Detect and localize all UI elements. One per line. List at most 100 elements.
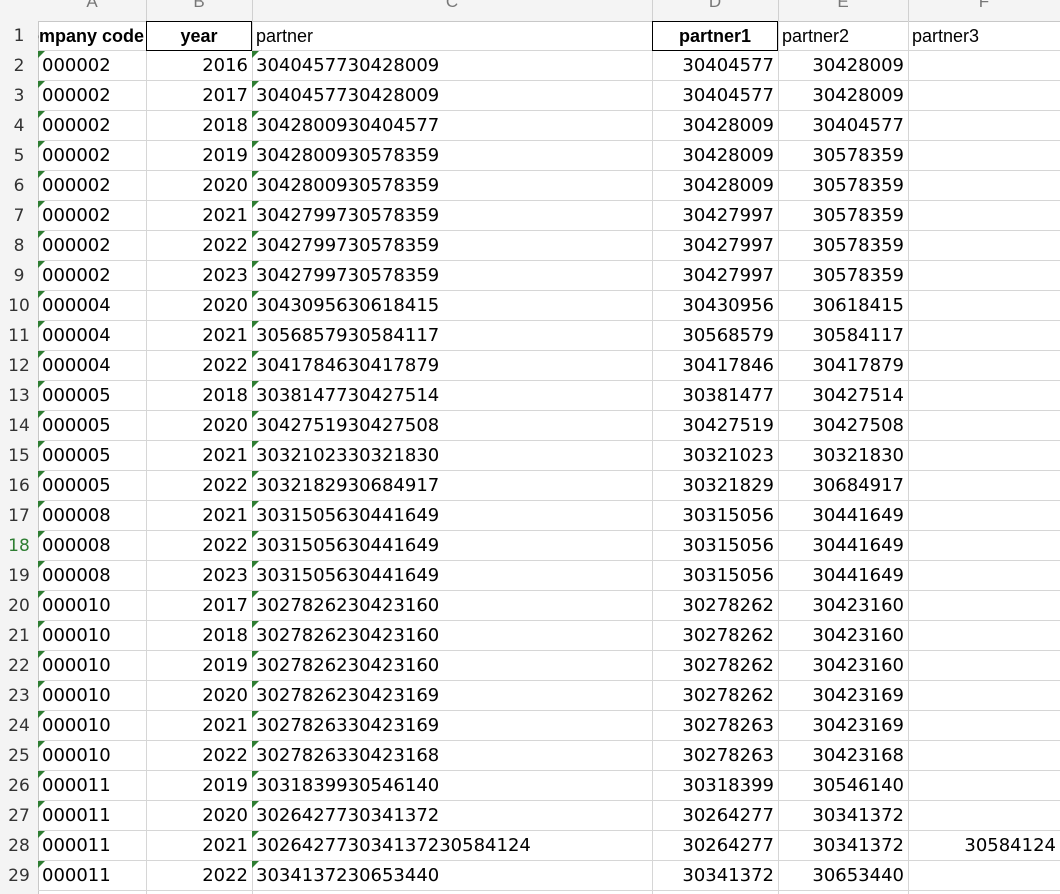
cell-p1[interactable]: 30341372 [652, 861, 778, 891]
cell-partner[interactable]: 3041784630417879 [252, 351, 652, 381]
row-number[interactable]: 8 [0, 231, 38, 261]
cell-p2[interactable]: 30404577 [778, 111, 908, 141]
cell-year[interactable]: 2017 [146, 591, 252, 621]
cell-partner[interactable]: 3042799730578359 [252, 231, 652, 261]
cell-p1[interactable]: 30321023 [652, 441, 778, 471]
row-number[interactable]: 6 [0, 171, 38, 201]
cell-company[interactable]: 000010 [38, 591, 146, 621]
cell-year[interactable]: 2017 [146, 81, 252, 111]
cell-company[interactable]: 000005 [38, 381, 146, 411]
cell-partner[interactable]: 3027826230423160 [252, 591, 652, 621]
cell-p3[interactable] [908, 171, 1060, 201]
cell-p1[interactable]: 30318399 [652, 771, 778, 801]
header-partner2[interactable]: partner2 [778, 21, 908, 51]
cell-p3[interactable] [908, 111, 1060, 141]
row-number[interactable]: 11 [0, 321, 38, 351]
cell-p1[interactable]: 30417846 [652, 351, 778, 381]
cell-p2[interactable]: 30423160 [778, 621, 908, 651]
cell-partner[interactable]: 3027826330423168 [252, 741, 652, 771]
cell-p3[interactable] [908, 441, 1060, 471]
cell-p3[interactable] [908, 501, 1060, 531]
cell-year[interactable]: 2021 [146, 321, 252, 351]
cell-company[interactable]: 000002 [38, 231, 146, 261]
cell-partner[interactable]: 3042800930578359 [252, 141, 652, 171]
cell-p3[interactable] [908, 141, 1060, 171]
cell-p3[interactable] [908, 591, 1060, 621]
row-number[interactable]: 15 [0, 441, 38, 471]
cell-p3[interactable] [908, 291, 1060, 321]
cell-p1[interactable]: 30264277 [652, 801, 778, 831]
column-header-b[interactable]: B [146, 0, 253, 21]
cell-year[interactable]: 2016 [146, 51, 252, 81]
cell-p1[interactable]: 30278262 [652, 681, 778, 711]
cell-p1[interactable]: 30315056 [652, 561, 778, 591]
cell-company[interactable]: 000002 [38, 111, 146, 141]
cell-company[interactable]: 000010 [38, 741, 146, 771]
cell-year[interactable]: 2019 [146, 771, 252, 801]
row-number[interactable]: 19 [0, 561, 38, 591]
cell-year[interactable]: 2021 [146, 501, 252, 531]
cell-p2[interactable]: 30423168 [778, 741, 908, 771]
cell-company[interactable]: 000011 [38, 771, 146, 801]
row-number[interactable]: 22 [0, 651, 38, 681]
cell-p2[interactable]: 30417879 [778, 351, 908, 381]
cell-year[interactable]: 2018 [146, 111, 252, 141]
cell-p3[interactable] [908, 411, 1060, 441]
cell-p3[interactable] [908, 681, 1060, 711]
cell-partner[interactable]: 3027826230423169 [252, 681, 652, 711]
cell-partner[interactable]: 3026427730341372 [252, 801, 652, 831]
cell-company[interactable]: 000002 [38, 81, 146, 111]
header-partner[interactable]: partner [252, 21, 652, 51]
cell-year[interactable]: 2020 [146, 681, 252, 711]
cell-year[interactable]: 2022 [146, 351, 252, 381]
row-number[interactable]: 21 [0, 621, 38, 651]
row-number[interactable]: 1 [0, 21, 38, 51]
cell-p2[interactable]: 30341372 [778, 801, 908, 831]
row-number[interactable]: 28 [0, 831, 38, 861]
cell-p3[interactable]: 30584124 [908, 831, 1060, 861]
cell-p2[interactable]: 30618415 [778, 291, 908, 321]
cell-p3[interactable] [908, 621, 1060, 651]
cell-p1[interactable]: 30404577 [652, 51, 778, 81]
cell-p3[interactable] [908, 81, 1060, 111]
cell-p1[interactable]: 30278262 [652, 651, 778, 681]
row-number[interactable]: 10 [0, 291, 38, 321]
cell-p3[interactable] [908, 231, 1060, 261]
cell-p2[interactable]: 30427514 [778, 381, 908, 411]
cell-p1[interactable]: 30321829 [652, 471, 778, 501]
cell-p1[interactable]: 30430956 [652, 291, 778, 321]
cell-p1[interactable]: 30315056 [652, 531, 778, 561]
cell-p3[interactable] [908, 201, 1060, 231]
header-partner3[interactable]: partner3 [908, 21, 1060, 51]
row-number[interactable]: 4 [0, 111, 38, 141]
cell-p1[interactable]: 30315056 [652, 501, 778, 531]
cell-p3[interactable] [908, 651, 1060, 681]
cell-partner[interactable]: 3042799730578359 [252, 201, 652, 231]
cell-p3[interactable] [908, 561, 1060, 591]
cell-company[interactable]: 000005 [38, 441, 146, 471]
cell-partner[interactable]: 302642773034137230584124 [252, 831, 652, 861]
cell-p1[interactable]: 30427997 [652, 231, 778, 261]
cell-partner[interactable]: 3042800930578359 [252, 171, 652, 201]
column-header-f[interactable]: F [908, 0, 1060, 21]
cell-company[interactable]: 000002 [38, 51, 146, 81]
cell-p2[interactable]: 30423169 [778, 711, 908, 741]
row-number[interactable]: 29 [0, 861, 38, 891]
cell-p3[interactable] [908, 351, 1060, 381]
cell-p2[interactable]: 30423160 [778, 591, 908, 621]
cell-year[interactable]: 2022 [146, 531, 252, 561]
cell-year[interactable]: 2022 [146, 231, 252, 261]
cell-partner[interactable]: 3042800930404577 [252, 111, 652, 141]
row-number[interactable]: 18 [0, 531, 38, 561]
cell-p2[interactable]: 30578359 [778, 171, 908, 201]
row-number[interactable]: 17 [0, 501, 38, 531]
cell-p2[interactable]: 30427508 [778, 411, 908, 441]
cell-p2[interactable]: 30341372 [778, 831, 908, 861]
column-header-a[interactable]: A [38, 0, 147, 21]
cell-company[interactable]: 000010 [38, 711, 146, 741]
cell-p2[interactable]: 30653440 [778, 861, 908, 891]
cell-year[interactable]: 2021 [146, 831, 252, 861]
cell-p3[interactable] [908, 321, 1060, 351]
cell-year[interactable]: 2019 [146, 141, 252, 171]
row-number[interactable]: 16 [0, 471, 38, 501]
